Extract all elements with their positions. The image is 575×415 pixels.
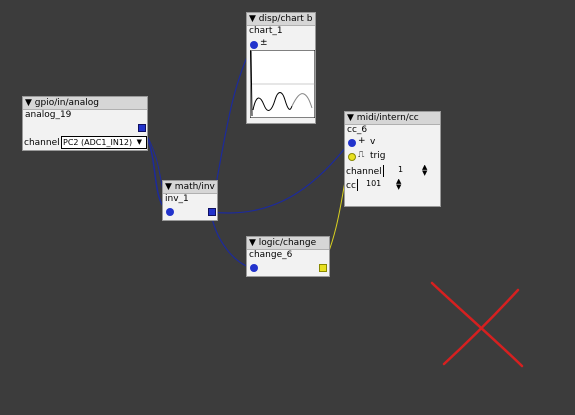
triangle-down-icon[interactable]: ▼	[249, 238, 256, 248]
input-pin[interactable]	[250, 41, 258, 49]
object-type-label: midi/intern/cc	[356, 113, 419, 123]
object-midi-cc[interactable]: ▼ midi/intern/cc cc_6 + v ⎍ trig channel…	[344, 111, 441, 207]
object-instance-name[interactable]: cc_6	[345, 125, 440, 136]
pin-label-v: v	[370, 137, 376, 147]
input-pin-v[interactable]	[348, 139, 356, 147]
object-math-inv[interactable]: ▼ math/inv inv_1	[162, 180, 218, 221]
input-pin[interactable]	[166, 208, 174, 216]
channel-label: channel	[24, 138, 60, 148]
object-header[interactable]: ▼ logic/change	[247, 237, 329, 250]
cc-spinner[interactable]: 101 ▲ ▼	[357, 179, 405, 191]
cc-spinner-value: 101	[366, 179, 382, 188]
triangle-down-icon[interactable]: ▼	[249, 14, 256, 24]
object-instance-name[interactable]: inv_1	[163, 194, 217, 205]
input-pin-trig[interactable]	[348, 153, 356, 161]
output-pin[interactable]	[319, 264, 327, 272]
channel-dropdown[interactable]: PC2 (ADC1_IN12) ▼	[61, 136, 147, 149]
chart-display	[250, 50, 315, 118]
object-header[interactable]: ▼ gpio/in/analog	[23, 97, 147, 110]
object-type-label: disp/chart b	[258, 14, 313, 24]
output-pin[interactable]	[208, 208, 216, 216]
output-pin[interactable]	[138, 124, 146, 132]
plus-icon: +	[358, 136, 366, 146]
channel-label: channel	[346, 167, 382, 177]
pin-label-trig: trig	[370, 151, 386, 161]
object-logic-change[interactable]: ▼ logic/change change_6	[246, 236, 330, 277]
object-header[interactable]: ▼ midi/intern/cc	[345, 112, 440, 125]
object-header[interactable]: ▼ math/inv	[163, 181, 217, 194]
wire-inv-to-midi[interactable]	[210, 141, 351, 214]
channel-dropdown-value: PC2 (ADC1_IN12)	[63, 138, 133, 147]
chevron-down-icon: ▼	[136, 138, 142, 146]
channel-spinner[interactable]: 1 ▲ ▼	[383, 165, 431, 177]
object-type-label: math/inv	[174, 182, 215, 192]
spinner-arrows-icon: ▲ ▼	[422, 165, 428, 177]
object-chart[interactable]: ▼ disp/chart b chart_1 ±	[246, 12, 316, 124]
object-header[interactable]: ▼ disp/chart b	[247, 13, 315, 26]
object-instance-name[interactable]: chart_1	[247, 26, 315, 37]
red-cross-icon	[430, 281, 524, 368]
triangle-down-icon[interactable]: ▼	[165, 182, 172, 192]
triangle-down-icon[interactable]: ▼	[347, 113, 354, 123]
channel-spinner-value: 1	[398, 165, 404, 174]
pin-label: ±	[260, 38, 268, 48]
cc-label: cc	[346, 181, 356, 191]
triangle-down-icon[interactable]: ▼	[25, 98, 32, 108]
object-type-label: gpio/in/analog	[34, 98, 99, 108]
object-gpio-analog[interactable]: ▼ gpio/in/analog analog_19 channel PC2 (…	[22, 96, 148, 151]
object-instance-name[interactable]: change_6	[247, 250, 329, 261]
patch-canvas[interactable]: ▼ gpio/in/analog analog_19 channel PC2 (…	[0, 0, 575, 415]
spinner-arrows-icon: ▲ ▼	[396, 179, 402, 191]
pulse-icon: ⎍	[358, 150, 365, 160]
input-pin[interactable]	[250, 264, 258, 272]
object-instance-name[interactable]: analog_19	[23, 110, 147, 121]
object-type-label: logic/change	[258, 238, 317, 248]
